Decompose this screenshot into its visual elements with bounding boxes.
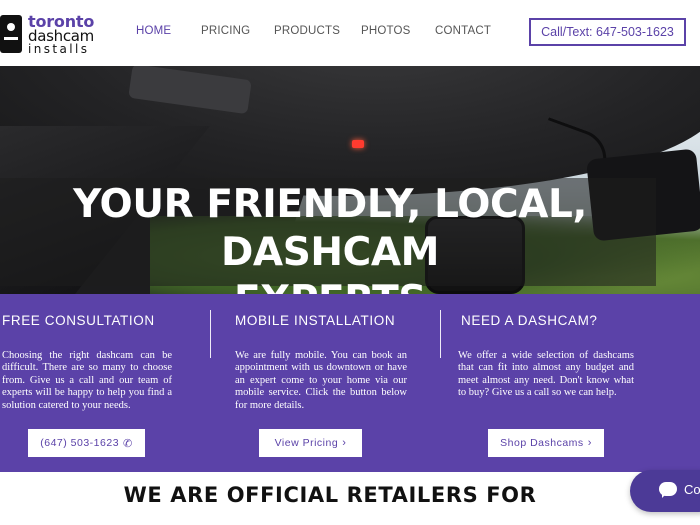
button-label: View Pricing xyxy=(274,437,339,449)
hero-banner: YOUR FRIENDLY, LOCAL, DASHCAM EXPERTS xyxy=(0,66,700,294)
column-divider xyxy=(440,310,441,358)
nav-products[interactable]: PRODUCTS xyxy=(274,25,340,37)
retailers-heading: WE ARE OFFICIAL RETAILERS FOR xyxy=(123,483,537,507)
button-label: (647) 503-1623 xyxy=(40,437,120,449)
feature-text: We are fully mobile. You can book an app… xyxy=(235,350,407,411)
nav-pricing[interactable]: PRICING xyxy=(201,25,250,37)
logo[interactable]: toronto dashcam installs xyxy=(0,13,100,57)
feature-title: MOBILE INSTALLATION xyxy=(235,313,396,328)
shop-dashcams-button[interactable]: Shop Dashcams › xyxy=(488,429,604,457)
phone-number-button[interactable]: (647) 503-1623 ✆ xyxy=(28,429,145,457)
feature-text: Choosing the right dashcam can be diffic… xyxy=(2,350,172,411)
hero-title-line1: YOUR FRIENDLY, LOCAL, DASHCAM xyxy=(73,182,587,275)
features-section: FREE CONSULTATION Choosing the right das… xyxy=(0,294,700,472)
button-label: Shop Dashcams xyxy=(500,437,584,449)
hero-title-line2: EXPERTS xyxy=(234,278,427,294)
chevron-right-icon: › xyxy=(342,437,347,449)
phone-icon: ✆ xyxy=(123,437,133,450)
logo-text-installs: installs xyxy=(28,42,90,56)
nav-contact[interactable]: CONTACT xyxy=(435,25,491,37)
indicator-light xyxy=(352,140,364,148)
call-text-button[interactable]: Call/Text: 647-503-1623 xyxy=(529,18,686,46)
nav-photos[interactable]: PHOTOS xyxy=(361,25,411,37)
dashcam-logo-icon xyxy=(0,15,22,53)
view-pricing-button[interactable]: View Pricing › xyxy=(259,429,362,457)
chat-label: Co xyxy=(684,482,700,497)
chat-bubble-icon xyxy=(659,482,677,498)
column-divider xyxy=(210,310,211,358)
feature-title: NEED A DASHCAM? xyxy=(461,313,598,328)
feature-title: FREE CONSULTATION xyxy=(2,313,155,328)
nav-home[interactable]: HOME xyxy=(136,25,171,37)
chat-widget-button[interactable]: Co xyxy=(630,470,700,512)
hero-title: YOUR FRIENDLY, LOCAL, DASHCAM EXPERTS xyxy=(0,181,660,294)
chevron-right-icon: › xyxy=(587,437,592,449)
feature-text: We offer a wide selection of dashcams th… xyxy=(458,350,634,399)
site-header: toronto dashcam installs HOME PRICING PR… xyxy=(0,0,700,66)
